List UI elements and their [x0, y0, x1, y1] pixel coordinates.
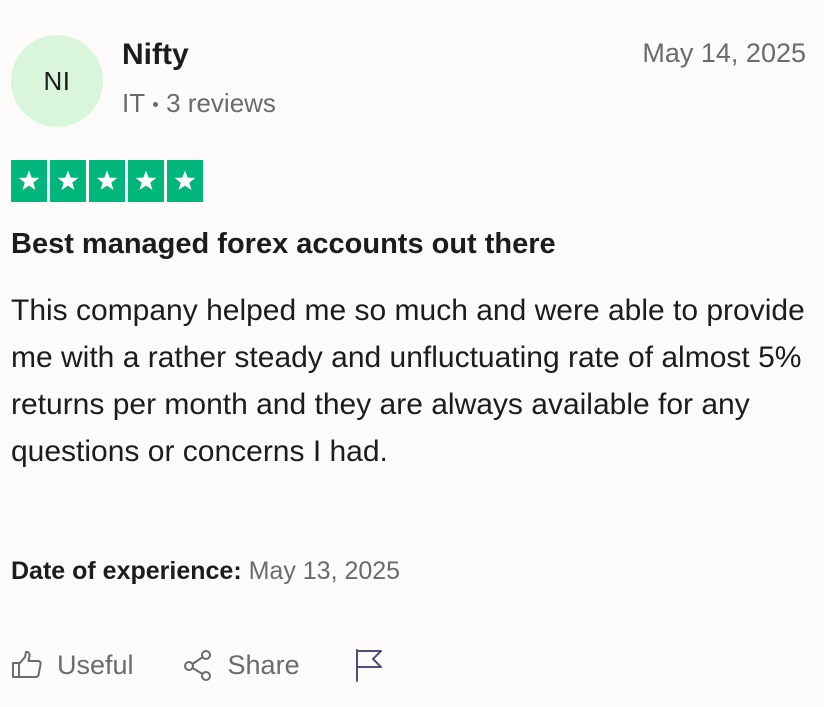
- star-icon: [57, 170, 79, 190]
- star-box: [128, 160, 164, 202]
- separator-dot: [153, 102, 159, 107]
- star-rating: [11, 160, 203, 202]
- star-box: [89, 160, 125, 202]
- reviewer-name[interactable]: Nifty: [122, 38, 189, 72]
- star-icon: [135, 170, 157, 190]
- star-icon: [96, 170, 118, 190]
- reviewer-review-count: 3 reviews: [166, 88, 276, 118]
- flag-icon: [354, 648, 384, 682]
- star-box: [50, 160, 86, 202]
- avatar: NI: [11, 35, 103, 127]
- share-label: Share: [227, 649, 300, 680]
- thumbs-up-icon: [11, 650, 43, 680]
- avatar-initials: NI: [43, 65, 71, 96]
- review-date: May 14, 2025: [642, 38, 806, 68]
- star-box: [11, 160, 47, 202]
- star-box: [167, 160, 203, 202]
- reviewer-meta: IT 3 reviews: [122, 88, 276, 119]
- useful-button[interactable]: Useful: [11, 650, 134, 681]
- review-actions: Useful Share: [11, 645, 384, 685]
- date-of-experience: Date of experience: May 13, 2025: [11, 557, 400, 586]
- review-title[interactable]: Best managed forex accounts out there: [11, 228, 556, 261]
- star-icon: [18, 170, 40, 190]
- share-icon: [182, 649, 214, 681]
- experience-label: Date of experience:: [11, 557, 242, 585]
- review-body: This company helped me so much and were …: [11, 294, 805, 468]
- reviewer-country: IT: [122, 88, 146, 118]
- experience-date: May 13, 2025: [248, 557, 401, 585]
- share-button[interactable]: Share: [182, 649, 300, 681]
- star-icon: [174, 170, 196, 190]
- useful-label: Useful: [57, 649, 134, 680]
- report-button[interactable]: [354, 648, 384, 682]
